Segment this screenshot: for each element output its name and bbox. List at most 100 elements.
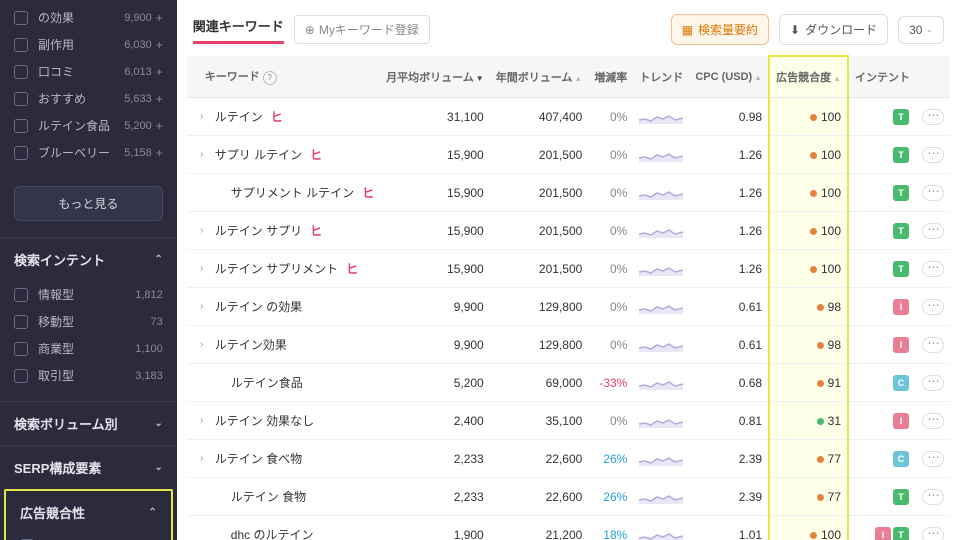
keyword-text[interactable]: ルテイン 食べ物 [215, 450, 302, 467]
filter-item[interactable]: 商業型 1,100 [14, 335, 163, 362]
cell-delta: 26% [588, 478, 633, 516]
row-more-button[interactable]: ⋯ [922, 261, 944, 277]
comp-dot-icon [817, 418, 824, 425]
table-body: › ルテイン ヒ 31,100 407,400 0% 0.98 100 T ⋯ … [187, 98, 950, 540]
keyword-text[interactable]: dhc のルテイン [231, 526, 314, 540]
row-more-button[interactable]: ⋯ [922, 147, 944, 163]
tab-related-keywords[interactable]: 関連キーワード [193, 16, 284, 44]
cell-delta: -33% [588, 364, 633, 402]
filter-item[interactable]: おすすめ 5,633 + [14, 85, 163, 112]
cell-comp: 91 [769, 364, 848, 402]
section-title: 検索ボリューム別 [14, 414, 118, 433]
page-size-dropdown[interactable]: 30⌄ [898, 16, 944, 44]
expand-icon[interactable]: › [197, 149, 207, 160]
col-yvolume[interactable]: 年間ボリューム▲ [490, 56, 589, 98]
cell-intent: T [848, 174, 916, 212]
intent-badge-c: C [893, 451, 909, 467]
checkbox[interactable] [14, 11, 28, 25]
filter-count: 3,183 [135, 370, 163, 382]
row-more-button[interactable]: ⋯ [922, 375, 944, 391]
col-intent[interactable]: インテント [848, 56, 916, 98]
filter-label: 情報型 [38, 286, 135, 303]
keyword-text[interactable]: ルテイン の効果 [215, 298, 302, 315]
expand-icon[interactable]: › [197, 301, 207, 312]
keyword-text[interactable]: サプリメント ルテイン [231, 184, 354, 201]
filter-item[interactable]: ルテイン食品 5,200 + [14, 112, 163, 139]
keyword-text[interactable]: サプリ ルテイン [215, 146, 302, 163]
keyword-text[interactable]: ルテイン 食物 [231, 488, 306, 505]
cell-yvolume: 201,500 [490, 212, 589, 250]
section-comp-header[interactable]: 広告競合性 ⌃ [6, 491, 171, 534]
row-more-button[interactable]: ⋯ [922, 451, 944, 467]
expand-icon[interactable]: › [197, 263, 207, 274]
col-cpc[interactable]: CPC (USD)▲ [689, 56, 769, 98]
row-more-button[interactable]: ⋯ [922, 527, 944, 540]
cell-comp: 98 [769, 326, 848, 364]
plus-icon: + [156, 65, 163, 79]
checkbox[interactable] [14, 119, 28, 133]
keyword-text[interactable]: ルテイン サプリメント [215, 260, 338, 277]
col-comp[interactable]: 広告競合度▲ [769, 56, 848, 98]
cell-delta: 0% [588, 136, 633, 174]
row-more-button[interactable]: ⋯ [922, 185, 944, 201]
expand-icon[interactable]: › [197, 111, 207, 122]
filter-count: 5,633 [124, 93, 152, 105]
keyword-text[interactable]: ルテイン 効果なし [215, 412, 314, 429]
expand-icon[interactable]: › [197, 453, 207, 464]
download-button[interactable]: ⬇ダウンロード [779, 14, 888, 45]
keyword-text[interactable]: ルテイン [215, 108, 263, 125]
checkbox[interactable] [14, 315, 28, 329]
intent-badge-t: T [893, 261, 909, 277]
cell-comp: 100 [769, 98, 848, 136]
summary-button[interactable]: ▦検索量要約 [671, 14, 769, 45]
cell-trend [633, 402, 689, 440]
keyword-text[interactable]: ルテイン食品 [231, 374, 303, 391]
section-intent-header[interactable]: 検索インテント ⌃ [0, 237, 177, 281]
tab-my-keywords[interactable]: ⊕Myキーワード登録 [294, 15, 430, 44]
cell-mvolume: 2,233 [380, 440, 490, 478]
filter-item[interactable]: 移動型 73 [14, 308, 163, 335]
table-row: › ルテイン効果 9,900 129,800 0% 0.61 98 I ⋯ [187, 326, 950, 364]
more-button[interactable]: もっと見る [14, 186, 163, 221]
filter-item[interactable]: 口コミ 6,013 + [14, 58, 163, 85]
keyword-text[interactable]: ルテイン サプリ [215, 222, 302, 239]
filter-item[interactable]: ブルーベリー 5,158 + [14, 139, 163, 166]
checkbox[interactable] [14, 92, 28, 106]
row-more-button[interactable]: ⋯ [922, 337, 944, 353]
filter-item[interactable]: 情報型 1,812 [14, 281, 163, 308]
filter-item[interactable]: 副作用 6,030 + [14, 31, 163, 58]
expand-icon[interactable]: › [197, 339, 207, 350]
keyword-text[interactable]: ルテイン効果 [215, 336, 287, 353]
checkbox[interactable] [14, 38, 28, 52]
expand-icon[interactable]: › [197, 415, 207, 426]
filter-label: 取引型 [38, 367, 135, 384]
checkbox[interactable] [14, 65, 28, 79]
filter-item[interactable]: 取引型 3,183 [14, 362, 163, 389]
row-more-button[interactable]: ⋯ [922, 489, 944, 505]
row-more-button[interactable]: ⋯ [922, 413, 944, 429]
row-more-button[interactable]: ⋯ [922, 109, 944, 125]
sparkline-icon [639, 262, 683, 276]
col-trend[interactable]: トレンド [633, 56, 689, 98]
col-mvolume[interactable]: 月平均ボリューム▼ [380, 56, 490, 98]
section-volume-header[interactable]: 検索ボリューム別 ⌄ [0, 401, 177, 445]
row-more-button[interactable]: ⋯ [922, 299, 944, 315]
col-delta[interactable]: 増減率 [588, 56, 633, 98]
table-row: › サプリ ルテイン ヒ 15,900 201,500 0% 1.26 100 … [187, 136, 950, 174]
col-keyword[interactable]: キーワード [187, 56, 380, 98]
checkbox[interactable] [14, 288, 28, 302]
cell-mvolume: 15,900 [380, 136, 490, 174]
sparkline-icon [639, 110, 683, 124]
expand-icon[interactable]: › [197, 225, 207, 236]
comp-dot-icon [810, 532, 817, 539]
filter-item[interactable]: HIGH 1,214 [20, 534, 157, 540]
filter-item[interactable]: の効果 9,900 + [14, 4, 163, 31]
checkbox[interactable] [14, 369, 28, 383]
cell-yvolume: 201,500 [490, 250, 589, 288]
chevron-up-icon: ⌃ [154, 254, 162, 265]
checkbox[interactable] [14, 146, 28, 160]
row-more-button[interactable]: ⋯ [922, 223, 944, 239]
comp-dot-icon [817, 304, 824, 311]
checkbox[interactable] [14, 342, 28, 356]
section-serp-header[interactable]: SERP構成要素 ⌄ [0, 445, 177, 489]
